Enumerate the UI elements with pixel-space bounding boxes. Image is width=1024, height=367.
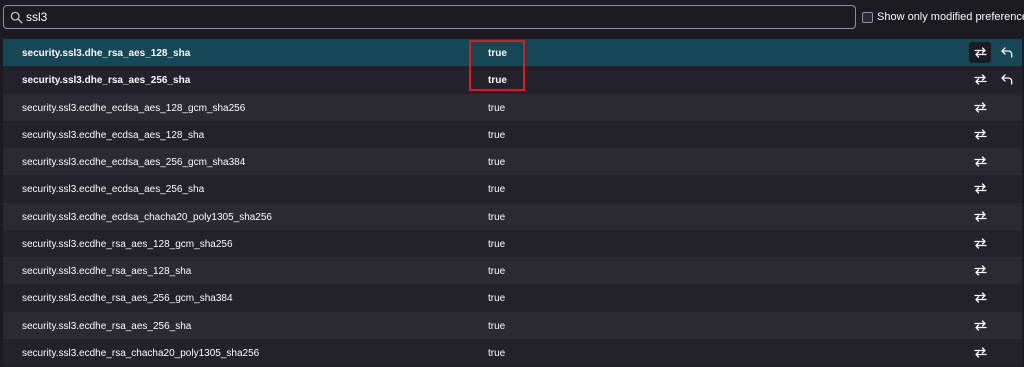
table-row[interactable]: security.ssl3.ecdhe_rsa_aes_256_sha true — [3, 311, 1022, 339]
pref-value: true — [488, 347, 506, 359]
toggle-button[interactable] — [969, 97, 991, 118]
table-row[interactable]: security.ssl3.dhe_rsa_aes_128_sha true — [3, 39, 1022, 67]
pref-name: security.ssl3.dhe_rsa_aes_256_sha — [22, 75, 191, 87]
pref-name: security.ssl3.ecdhe_rsa_aes_256_sha — [22, 320, 192, 332]
toggle-button[interactable] — [969, 233, 991, 254]
pref-name: security.ssl3.ecdhe_rsa_aes_256_gcm_sha3… — [22, 293, 233, 305]
toggle-icon — [973, 292, 987, 303]
table-row[interactable]: security.ssl3.ecdhe_rsa_chacha20_poly130… — [3, 338, 1022, 366]
toggle-button[interactable] — [969, 151, 991, 172]
pref-value: true — [488, 293, 506, 305]
toggle-icon — [973, 319, 987, 331]
pref-value: true — [488, 266, 506, 277]
pref-name: security.ssl3.ecdhe_rsa_aes_128_gcm_sha2… — [22, 238, 233, 250]
top-bar: Show only modified preferences — [0, 0, 1024, 38]
toggle-icon — [973, 347, 987, 358]
toggle-button[interactable] — [969, 206, 991, 227]
show-modified-label: Show only modified preferences — [877, 11, 1024, 23]
reset-button[interactable] — [997, 42, 1017, 63]
table-row[interactable]: security.ssl3.ecdhe_ecdsa_aes_128_sha tr… — [3, 120, 1022, 148]
toggle-icon — [973, 210, 987, 222]
table-row[interactable]: security.ssl3.ecdhe_ecdsa_aes_128_gcm_sh… — [3, 93, 1022, 121]
search-input[interactable] — [26, 8, 846, 26]
table-row[interactable]: security.ssl3.ecdhe_ecdsa_aes_256_gcm_sh… — [3, 148, 1022, 176]
undo-icon — [1001, 47, 1013, 58]
table-row[interactable]: security.ssl3.ecdhe_ecdsa_chacha20_poly1… — [3, 202, 1022, 230]
table-row[interactable]: security.ssl3.ecdhe_ecdsa_aes_256_sha tr… — [3, 175, 1022, 203]
toggle-icon — [973, 156, 987, 167]
pref-value: true — [488, 75, 507, 87]
toggle-icon — [973, 101, 987, 113]
table-row[interactable]: security.ssl3.ecdhe_rsa_aes_128_gcm_sha2… — [3, 229, 1022, 257]
pref-value: true — [488, 157, 506, 168]
pref-value: true — [488, 320, 506, 332]
toggle-button[interactable] — [969, 260, 991, 281]
reset-button[interactable] — [997, 69, 1017, 90]
undo-icon — [1001, 74, 1013, 85]
pref-value: true — [488, 238, 506, 250]
pref-name: security.ssl3.ecdhe_ecdsa_aes_128_sha — [22, 129, 205, 141]
toggle-icon — [973, 129, 987, 140]
pref-name: security.ssl3.ecdhe_ecdsa_aes_128_gcm_sh… — [22, 102, 246, 114]
pref-name: security.ssl3.dhe_rsa_aes_128_sha — [22, 48, 191, 59]
pref-name: security.ssl3.ecdhe_rsa_chacha20_poly130… — [22, 347, 260, 359]
toggle-button[interactable] — [969, 178, 991, 199]
pref-value: true — [488, 48, 507, 59]
pref-value: true — [488, 211, 506, 223]
toggle-icon — [973, 74, 987, 85]
toggle-button[interactable] — [969, 42, 991, 63]
table-row[interactable]: security.ssl3.ecdhe_rsa_aes_256_gcm_sha3… — [3, 284, 1022, 312]
search-box[interactable] — [3, 5, 856, 29]
search-icon — [10, 11, 23, 24]
pref-value: true — [488, 102, 506, 114]
table-row[interactable]: security.ssl3.dhe_rsa_aes_256_sha true — [3, 66, 1022, 94]
toggle-icon — [973, 47, 987, 58]
pref-value: true — [488, 184, 506, 196]
toggle-button[interactable] — [969, 342, 991, 363]
toggle-button[interactable] — [969, 69, 991, 90]
preferences-table: security.ssl3.dhe_rsa_aes_128_sha true s… — [3, 39, 1022, 366]
pref-name: security.ssl3.ecdhe_ecdsa_aes_256_sha — [22, 184, 205, 196]
toggle-icon — [973, 265, 987, 276]
pref-name: security.ssl3.ecdhe_rsa_aes_128_sha — [22, 266, 192, 277]
pref-name: security.ssl3.ecdhe_ecdsa_aes_256_gcm_sh… — [22, 157, 246, 168]
pref-name: security.ssl3.ecdhe_ecdsa_chacha20_poly1… — [22, 211, 272, 223]
pref-value: true — [488, 129, 506, 141]
toggle-button[interactable] — [969, 315, 991, 336]
show-modified-checkbox[interactable] — [862, 11, 873, 23]
toggle-button[interactable] — [969, 287, 991, 308]
toggle-icon — [973, 183, 987, 194]
toggle-button[interactable] — [969, 124, 991, 145]
table-row[interactable]: security.ssl3.ecdhe_rsa_aes_128_sha true — [3, 257, 1022, 285]
show-modified-toggle[interactable]: Show only modified preferences — [862, 11, 1024, 23]
toggle-icon — [973, 238, 987, 249]
